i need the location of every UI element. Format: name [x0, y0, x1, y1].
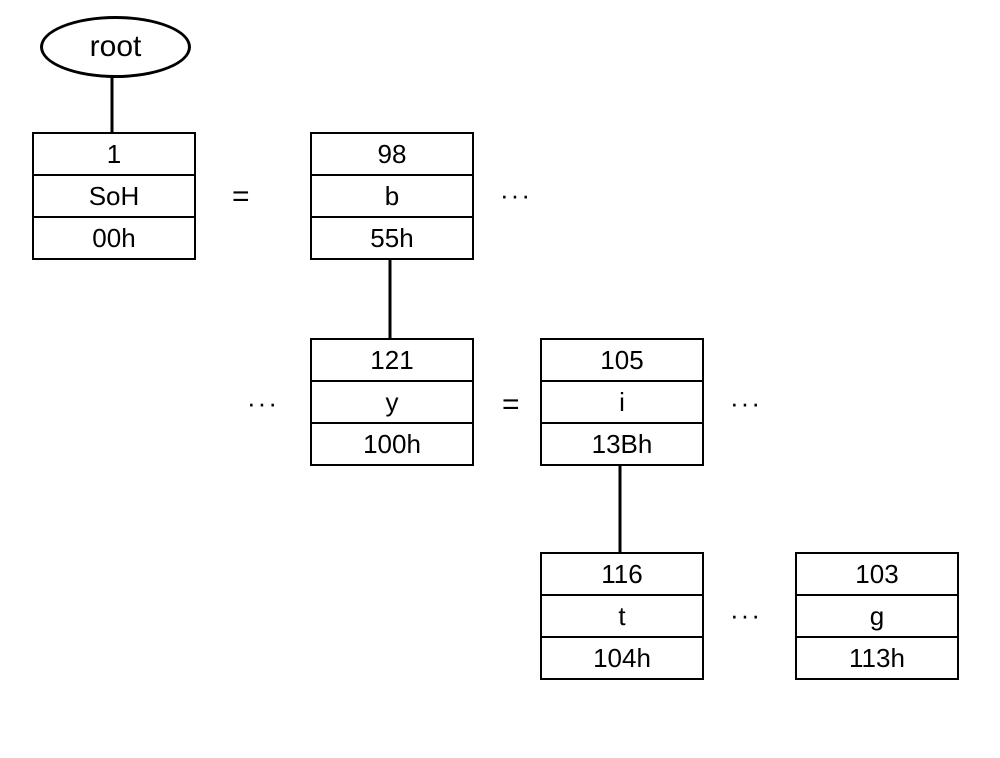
node-code: 116: [542, 554, 702, 596]
tree-node-5: 116 t 104h: [540, 552, 704, 680]
node-char: t: [542, 596, 702, 638]
tree-node-2: 98 b 55h: [310, 132, 474, 260]
node-code: 121: [312, 340, 472, 382]
node-code: 105: [542, 340, 702, 382]
node-addr: 00h: [34, 218, 194, 258]
tree-node-1: 1 SoH 00h: [32, 132, 196, 260]
node-code: 1: [34, 134, 194, 176]
node-code: 98: [312, 134, 472, 176]
root-node: root: [40, 16, 191, 78]
node-char: g: [797, 596, 957, 638]
root-label: root: [90, 30, 142, 64]
equals-sign: =: [232, 180, 250, 214]
diagram-canvas: root 1 SoH 00h = 98 b 55h ··· ··· 121 y …: [0, 0, 1000, 758]
ellipsis: ···: [500, 180, 532, 211]
node-char: y: [312, 382, 472, 424]
ellipsis: ···: [247, 388, 279, 419]
node-code: 103: [797, 554, 957, 596]
node-addr: 13Bh: [542, 424, 702, 464]
tree-node-6: 103 g 113h: [795, 552, 959, 680]
ellipsis: ···: [730, 600, 762, 631]
ellipsis: ···: [730, 388, 762, 419]
tree-node-4: 105 i 13Bh: [540, 338, 704, 466]
node-addr: 100h: [312, 424, 472, 464]
tree-node-3: 121 y 100h: [310, 338, 474, 466]
node-char: i: [542, 382, 702, 424]
node-char: b: [312, 176, 472, 218]
node-addr: 104h: [542, 638, 702, 678]
node-addr: 55h: [312, 218, 472, 258]
node-addr: 113h: [797, 638, 957, 678]
node-char: SoH: [34, 176, 194, 218]
equals-sign: =: [502, 388, 520, 422]
